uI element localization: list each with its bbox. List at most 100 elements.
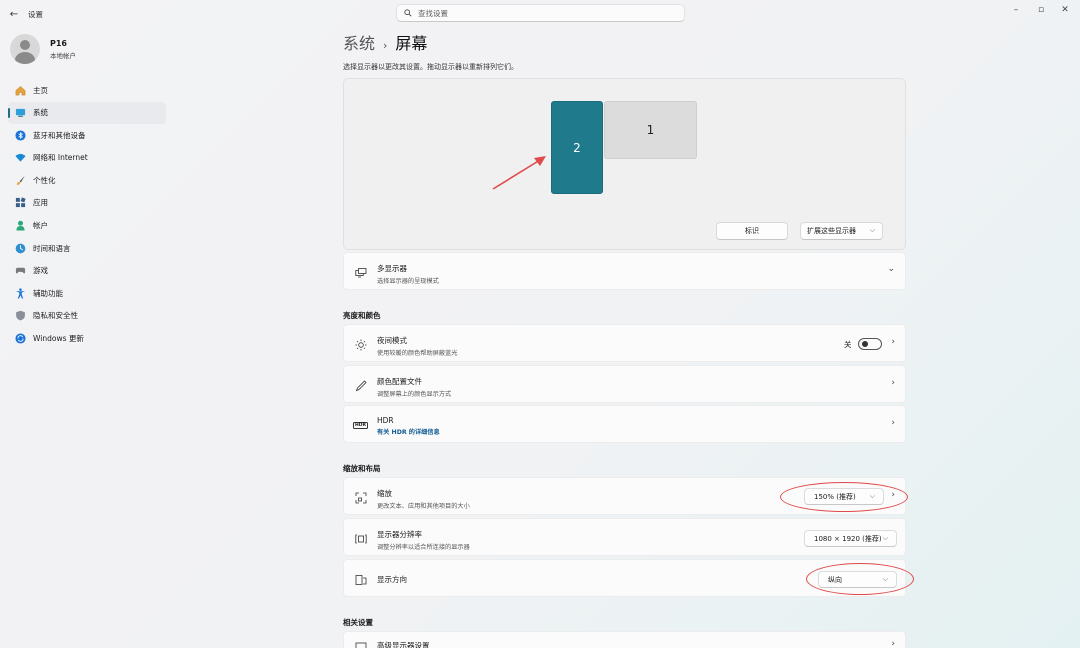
home-icon xyxy=(14,84,26,96)
scale-subtitle: 更改文本、应用和其他项目的大小 xyxy=(377,503,470,510)
sidebar-item-label: 主页 xyxy=(33,85,48,95)
resolution-value: 1080 × 1920 (推荐) xyxy=(814,534,882,543)
extend-displays-select[interactable]: 扩展这些显示器 ⌵ xyxy=(800,222,883,240)
extend-displays-value: 扩展这些显示器 xyxy=(807,227,856,235)
sidebar-item-label: Windows 更新 xyxy=(33,334,84,344)
sidebar-item-label: 隐私和安全性 xyxy=(33,311,78,321)
account-icon xyxy=(14,220,26,232)
monitor-2[interactable]: 2 xyxy=(551,101,603,194)
globe-clock-icon xyxy=(14,242,26,254)
brush-icon xyxy=(14,174,26,186)
night-light-state: 关 xyxy=(844,340,852,349)
color-profile-title: 颜色配置文件 xyxy=(377,377,422,386)
accessibility-icon xyxy=(14,287,26,299)
hdr-title: HDR xyxy=(377,416,394,425)
sidebar-item-label: 系统 xyxy=(33,108,48,118)
page-title: 屏幕 xyxy=(395,34,428,53)
chevron-down-icon[interactable]: ⌄ xyxy=(887,264,895,274)
chevron-down-icon: ⌵ xyxy=(869,226,875,234)
sun-icon xyxy=(354,338,367,351)
chevron-right-icon[interactable]: › xyxy=(891,418,895,428)
minimize-button[interactable]: – xyxy=(1009,4,1023,16)
profile-name: P16 xyxy=(50,38,67,48)
sidebar-item-label: 时间和语言 xyxy=(33,243,71,253)
sidebar-item-label: 应用 xyxy=(33,198,48,208)
close-button[interactable]: ✕ xyxy=(1058,4,1072,16)
resolution-icon xyxy=(354,532,367,545)
title-bar: ← 设置 – ▫ ✕ xyxy=(0,0,1080,28)
apps-icon xyxy=(14,197,26,209)
resolution-subtitle: 调整分辨率以适合所连接的显示器 xyxy=(377,544,470,551)
sidebar-item-privacy[interactable]: 隐私和安全性 xyxy=(8,305,166,327)
chevron-right-icon[interactable]: › xyxy=(891,378,895,388)
main-content: 系统 › 屏幕 选择显示器以更改其设置。拖动显示器以重新排列它们。 2 1 标识… xyxy=(343,30,914,648)
section-related-settings: 相关设置 xyxy=(343,618,373,627)
night-light-title: 夜间模式 xyxy=(377,336,407,345)
sidebar-item-label: 帐户 xyxy=(33,221,48,231)
monitor-icon xyxy=(354,640,367,648)
annotation-ellipse-orientation xyxy=(806,563,914,595)
breadcrumb-separator: › xyxy=(383,39,388,52)
monitor-1[interactable]: 1 xyxy=(604,101,697,159)
chevron-right-icon[interactable]: › xyxy=(891,639,895,648)
sidebar-item-network[interactable]: 网络和 Internet xyxy=(8,147,166,169)
orientation-title: 显示方向 xyxy=(377,575,407,584)
sidebar-item-home[interactable]: 主页 xyxy=(8,79,166,101)
color-profile-card[interactable]: 颜色配置文件 调整屏幕上的颜色显示方式 › xyxy=(343,365,906,403)
display-arrangement-panel: 2 1 标识 扩展这些显示器 ⌵ xyxy=(343,78,906,250)
annotation-arrow-icon xyxy=(492,156,546,190)
sidebar-item-gaming[interactable]: 游戏 xyxy=(8,260,166,282)
hdr-card[interactable]: HDR HDR 有关 HDR 的详细信息 › xyxy=(343,405,906,443)
sidebar-item-apps[interactable]: 应用 xyxy=(8,192,166,214)
sidebar-item-windows-update[interactable]: Windows 更新 xyxy=(8,328,166,350)
pen-icon xyxy=(354,379,367,392)
sidebar-item-personalization[interactable]: 个性化 xyxy=(8,169,166,191)
avatar xyxy=(10,34,40,64)
hdr-icon: HDR xyxy=(353,422,368,429)
advanced-display-card[interactable]: 高级显示器设置 › xyxy=(343,631,906,648)
sidebar-item-label: 游戏 xyxy=(33,266,48,276)
wifi-icon xyxy=(14,152,26,164)
gamepad-icon xyxy=(14,265,26,277)
multiple-displays-card[interactable]: 多显示器 选择显示器的呈现模式 ⌄ xyxy=(343,252,906,290)
sidebar-item-label: 个性化 xyxy=(33,175,56,185)
app-title: 设置 xyxy=(28,10,43,19)
sidebar-item-system[interactable]: 系统 xyxy=(8,101,166,124)
section-scale-layout: 缩放和布局 xyxy=(343,464,381,473)
multiple-displays-title: 多显示器 xyxy=(377,264,407,273)
search-icon xyxy=(404,9,412,17)
identify-button[interactable]: 标识 xyxy=(716,222,788,240)
annotation-ellipse-scale xyxy=(780,482,908,512)
multiple-displays-subtitle: 选择显示器的呈现模式 xyxy=(377,278,439,285)
sidebar-item-accessibility[interactable]: 辅助功能 xyxy=(8,282,166,304)
color-profile-subtitle: 调整屏幕上的颜色显示方式 xyxy=(377,391,452,398)
search-input[interactable] xyxy=(418,8,658,18)
night-light-card[interactable]: 夜间模式 使用较暖的颜色帮助屏蔽蓝光 关 › xyxy=(343,324,906,362)
sidebar-item-label: 网络和 Internet xyxy=(33,153,88,163)
hdr-info-link[interactable]: 有关 HDR 的详细信息 xyxy=(377,427,440,436)
chevron-right-icon[interactable]: › xyxy=(891,337,895,347)
resolution-card: 显示器分辨率 调整分辨率以适合所连接的显示器 1080 × 1920 (推荐) … xyxy=(343,518,906,556)
update-icon xyxy=(14,333,26,345)
shield-icon xyxy=(14,310,26,322)
sidebar-nav: 主页 系统 蓝牙和其他设备 网络和 Internet 个性化 应用 帐户 时间和… xyxy=(8,79,166,350)
multi-monitor-icon xyxy=(354,266,367,279)
search-box[interactable] xyxy=(396,4,685,22)
night-light-toggle[interactable] xyxy=(858,338,882,350)
arrange-hint: 选择显示器以更改其设置。拖动显示器以重新排列它们。 xyxy=(343,63,518,71)
breadcrumb-parent[interactable]: 系统 xyxy=(343,30,375,54)
restore-button[interactable]: ▫ xyxy=(1034,4,1048,16)
breadcrumb: 系统 › 屏幕 xyxy=(343,30,906,54)
sidebar-item-bluetooth[interactable]: 蓝牙和其他设备 xyxy=(8,124,166,146)
chevron-down-icon: ⌵ xyxy=(882,534,888,542)
night-light-subtitle: 使用较暖的颜色帮助屏蔽蓝光 xyxy=(377,350,458,357)
system-icon xyxy=(14,107,26,119)
resolution-select[interactable]: 1080 × 1920 (推荐) ⌵ xyxy=(804,530,897,547)
profile-account-type: 本地帐户 xyxy=(50,51,76,60)
advanced-display-title: 高级显示器设置 xyxy=(377,641,430,648)
user-profile[interactable]: P16 本地帐户 xyxy=(10,34,76,64)
sidebar-item-accounts[interactable]: 帐户 xyxy=(8,215,166,237)
sidebar-item-time-language[interactable]: 时间和语言 xyxy=(8,237,166,259)
back-button[interactable]: ← xyxy=(6,6,22,22)
sidebar-item-label: 辅助功能 xyxy=(33,288,63,298)
